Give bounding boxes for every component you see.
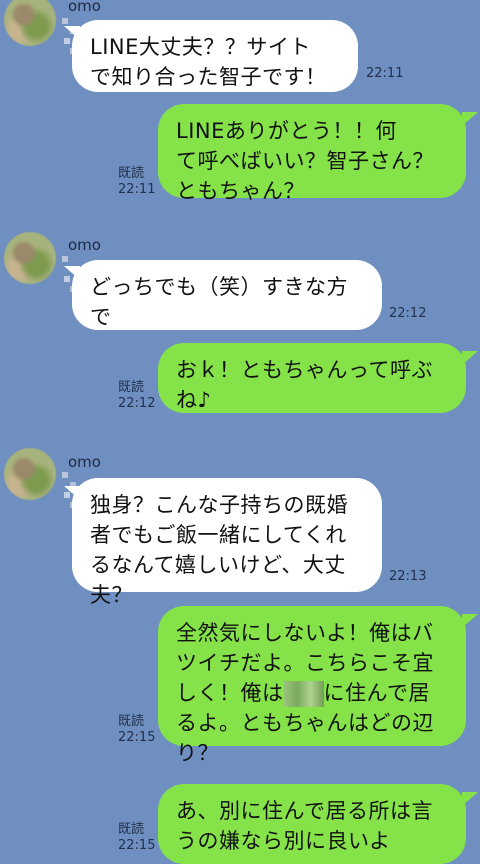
read-label: 既読: [118, 822, 145, 837]
read-status: 既読 22:15: [118, 822, 155, 854]
message-bubble-incoming[interactable]: LINE大丈夫？？サイト で知り合った智子です！: [72, 20, 358, 92]
message-line: ともちゃん？: [176, 179, 305, 203]
message-bubble-outgoing[interactable]: おｋ！ともちゃんって呼ぶ ね♪: [158, 343, 466, 413]
sender-name: omo: [68, 453, 101, 471]
message-time: 22:15: [118, 838, 156, 853]
message-line: 全然気にしないよ！俺はバ: [176, 621, 434, 645]
contact-avatar[interactable]: [4, 0, 56, 46]
message-line-with-redaction: しく！俺は に住んで居: [176, 678, 448, 708]
message-bubble-outgoing[interactable]: あ、別に住んで居る所は言 うの嫌なら別に良いよ: [158, 784, 466, 864]
message-bubble-outgoing[interactable]: 全然気にしないよ！俺はバ ツイチだよ。こちらこそ宜 しく！俺は に住んで居 るよ。…: [158, 606, 466, 765]
message-line: 独身？こんな子持ちの既婚: [90, 493, 348, 517]
contact-avatar[interactable]: [4, 232, 56, 284]
message-line: るなんて嬉しいけど、大丈: [90, 553, 346, 577]
read-status: 既読 22:15: [118, 714, 155, 746]
message-line: 者でもご飯一緒にしてくれ: [90, 523, 347, 547]
message-time: 22:11: [118, 182, 156, 197]
message-line: おｋ！ともちゃんって呼ぶ: [176, 358, 433, 382]
read-status: 既読 22:11: [118, 166, 155, 198]
message-line: どっちでも（笑）すきな方: [90, 275, 348, 299]
message-time: 22:12: [118, 396, 156, 411]
read-status: 既読 22:12: [118, 380, 155, 412]
bubble-tail: [462, 351, 478, 365]
message-line: るよ。ともちゃんはどの辺: [176, 711, 434, 735]
message-fragment: しく！俺は: [176, 681, 284, 705]
message-time: 22:12: [389, 306, 427, 321]
read-label: 既読: [118, 166, 145, 181]
message-bubble-incoming[interactable]: どっちでも（笑）すきな方 で: [72, 260, 382, 330]
message-bubble-incoming[interactable]: 独身？こんな子持ちの既婚 者でもご飯一緒にしてくれ るなんて嬉しいけど、大丈 夫…: [72, 478, 382, 607]
sender-name: omo: [68, 0, 101, 15]
message-line: あ、別に住んで居る所は言: [176, 799, 433, 823]
message-line: で: [90, 305, 112, 329]
bubble-tail: [462, 112, 478, 126]
read-label: 既読: [118, 380, 145, 395]
bubble-tail: [462, 792, 478, 806]
message-line: で知り合った智子です！: [90, 65, 327, 89]
message-time: 22:15: [118, 730, 156, 745]
message-line: LINEありがとう！！何: [176, 119, 397, 143]
redacted-location: [283, 681, 324, 707]
message-line: り？: [176, 741, 219, 765]
message-line: うの嫌なら別に良いよ: [176, 829, 391, 853]
bubble-tail: [462, 614, 478, 628]
message-fragment: に住んで居: [323, 681, 430, 705]
message-line: ツイチだよ。こちらこそ宜: [176, 651, 434, 675]
contact-avatar[interactable]: [4, 448, 56, 500]
message-bubble-outgoing[interactable]: LINEありがとう！！何 て呼べばいい？智子さん？ ともちゃん？: [158, 104, 466, 203]
message-line: て呼べばいい？智子さん？: [176, 149, 434, 173]
message-line: ね♪: [176, 388, 212, 412]
message-time: 22:13: [389, 569, 427, 584]
message-time: 22:11: [366, 66, 404, 81]
sender-name: omo: [68, 236, 101, 254]
message-line: LINE大丈夫？？サイト: [90, 35, 311, 59]
read-label: 既読: [118, 714, 145, 729]
